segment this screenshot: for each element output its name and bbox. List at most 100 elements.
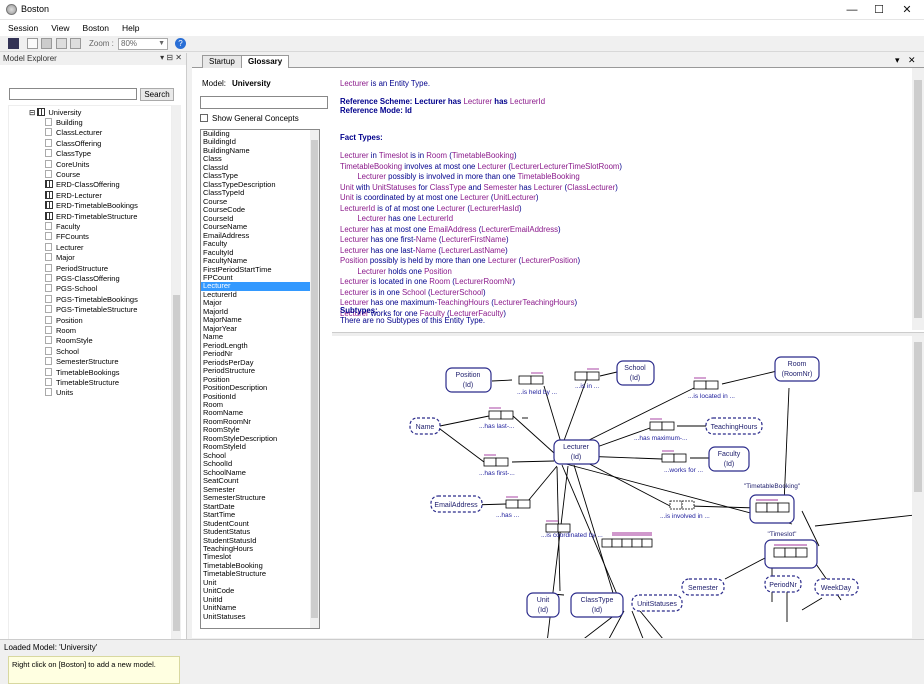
page-icon: [45, 367, 52, 376]
menu-view[interactable]: View: [43, 20, 74, 33]
tree-item[interactable]: PGS-School: [45, 284, 97, 293]
description-scroll-thumb[interactable]: [914, 80, 922, 318]
entity-classtype[interactable]: ClassType (Id): [570, 592, 624, 618]
save-icon[interactable]: [8, 38, 19, 49]
entity-lecturer[interactable]: Lecturer (Id): [553, 439, 600, 465]
maximize-button[interactable]: ☐: [866, 2, 892, 18]
reading-is-coordinated-by: ...is coordinated by ...: [541, 532, 603, 539]
objectified-timeslot[interactable]: "Timeslot": [764, 531, 818, 569]
page-icon: [45, 118, 52, 126]
tree-item[interactable]: Lecturer: [45, 242, 84, 252]
fact-type-line: Lecturer has one LecturerId: [340, 214, 454, 223]
tree-item[interactable]: School: [45, 346, 79, 356]
svg-text:(Id): (Id): [592, 607, 603, 614]
entity-school[interactable]: School (Id): [616, 360, 655, 386]
svg-text:Lecturer: Lecturer: [563, 444, 589, 451]
svg-text:TeachingHours: TeachingHours: [711, 424, 758, 431]
tree-item[interactable]: PGS-TimetableBookings: [45, 294, 138, 304]
tree-item[interactable]: ERD-Lecturer: [45, 190, 102, 200]
entity-room[interactable]: Room (RoomNr): [774, 356, 820, 382]
paste-icon[interactable]: [70, 38, 81, 49]
tree-item[interactable]: Faculty: [45, 222, 80, 231]
tree-item[interactable]: Building: [45, 118, 83, 127]
copy-icon[interactable]: [56, 38, 67, 49]
pin-icon[interactable]: ▾ ⊟ ✕: [160, 53, 182, 62]
entity-unit[interactable]: Unit (Id): [526, 592, 560, 618]
svg-text:Name: Name: [416, 424, 435, 431]
value-name[interactable]: Name: [409, 417, 441, 435]
diagram-scrollbar[interactable]: [912, 336, 924, 638]
value-teachinghours[interactable]: TeachingHours: [705, 417, 763, 435]
tree-item[interactable]: PeriodStructure: [45, 263, 108, 273]
tree-item[interactable]: TimetableStructure: [45, 378, 119, 387]
tree-item[interactable]: Position: [45, 315, 83, 325]
tree-item[interactable]: RoomStyle: [45, 336, 93, 345]
tree-item[interactable]: PGS-TimetableStructure: [45, 305, 137, 314]
tab-dropdown-icon[interactable]: ▾: [895, 55, 900, 66]
tree-item[interactable]: ClassOffering: [45, 138, 101, 148]
tree-root[interactable]: ⊟ University: [29, 108, 81, 117]
app-icon: [6, 4, 17, 15]
description-scrollbar[interactable]: [912, 68, 924, 330]
glossary-search-input[interactable]: [200, 96, 328, 109]
tree-item[interactable]: Room: [45, 326, 76, 335]
explorer-search-button[interactable]: Search: [140, 88, 174, 101]
entity-faculty[interactable]: Faculty (Id): [708, 446, 750, 472]
concept-scroll-thumb[interactable]: [311, 140, 318, 618]
description-pane: Lecturer is an Entity Type. Reference Sc…: [332, 68, 912, 330]
value-weekday[interactable]: WeekDay: [814, 578, 859, 596]
zoom-select[interactable]: 80% ▼: [118, 38, 168, 50]
tree-item[interactable]: SemesterStructure: [45, 357, 119, 366]
reading-is-in: ...is in ...: [575, 383, 599, 390]
objectified-timetablebooking[interactable]: "TimetableBooking": [744, 483, 801, 524]
tree-item[interactable]: Course: [45, 170, 80, 179]
tab-startup[interactable]: Startup: [202, 55, 242, 68]
entity-position[interactable]: Position (Id): [445, 367, 492, 393]
explorer-search-input[interactable]: [9, 88, 137, 100]
reading-has-last: ...has last-...: [479, 423, 515, 430]
concept-scrollbar[interactable]: [310, 130, 319, 628]
tree-item[interactable]: PGS-ClassOffering: [45, 274, 120, 283]
menu-session[interactable]: Session: [0, 20, 43, 33]
help-icon[interactable]: ?: [175, 38, 186, 49]
new-page-icon[interactable]: [27, 38, 38, 49]
diagram-scroll-thumb[interactable]: [914, 342, 922, 492]
value-semester[interactable]: Semester: [681, 578, 725, 596]
tree-item[interactable]: ERD-ClassOffering: [45, 180, 120, 189]
tree-item[interactable]: TimetableBookings: [45, 367, 120, 377]
svg-text:EmailAddress: EmailAddress: [434, 502, 478, 509]
tree-item[interactable]: ERD-TimetableBookings: [45, 201, 138, 210]
print-icon[interactable]: [41, 38, 52, 49]
tree-item[interactable]: Units: [45, 388, 73, 397]
tab-close-icon[interactable]: ✕: [908, 55, 916, 66]
collapse-icon[interactable]: ⊟: [29, 108, 35, 117]
explorer-title: Model Explorer: [3, 54, 57, 63]
tree-item[interactable]: CoreUnits: [45, 159, 89, 169]
tree-item[interactable]: ClassLecturer: [45, 128, 102, 137]
svg-text:Unit: Unit: [537, 597, 550, 604]
value-periodnr[interactable]: PeriodNr: [764, 575, 802, 593]
menu-help[interactable]: Help: [114, 20, 144, 33]
model-icon: [37, 108, 46, 116]
page-icon: [45, 263, 52, 272]
value-emailaddress[interactable]: EmailAddress: [430, 495, 483, 513]
svg-text:ClassType: ClassType: [581, 597, 614, 604]
explorer-scrollbar[interactable]: [172, 105, 181, 649]
show-general-checkbox[interactable]: Show General Concepts: [200, 114, 299, 123]
menu-boston[interactable]: Boston: [75, 20, 114, 33]
svg-text:Position: Position: [456, 372, 481, 379]
tree-item[interactable]: ERD-TimetableStructure: [45, 211, 137, 221]
value-unitstatuses[interactable]: UnitStatuses: [631, 594, 683, 612]
concept-item[interactable]: UnitStatuses: [201, 612, 319, 621]
tab-glossary[interactable]: Glossary: [241, 55, 290, 68]
explorer-scroll-thumb[interactable]: [173, 295, 180, 631]
concept-item[interactable]: TimetableStructure: [201, 569, 319, 578]
checkbox-icon[interactable]: [200, 114, 208, 122]
page-icon: [45, 284, 52, 293]
tree-item[interactable]: ClassType: [45, 149, 91, 158]
minimize-button[interactable]: —: [839, 2, 865, 18]
concept-list[interactable]: Building BuildingId BuildingName Class Class…: [200, 129, 320, 629]
tree-item[interactable]: Major: [45, 253, 75, 262]
tree-item[interactable]: FFCounts: [45, 232, 89, 241]
close-button[interactable]: ✕: [894, 2, 920, 18]
